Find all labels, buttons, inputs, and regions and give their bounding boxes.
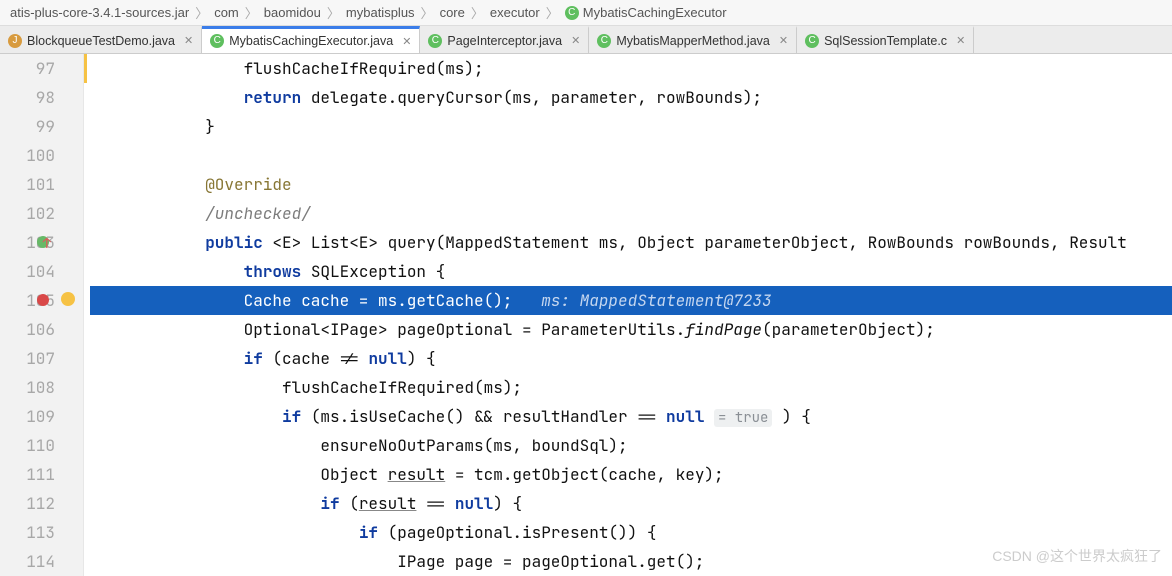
code-line[interactable]: ensureNoOutParams(ms, boundSql);: [90, 431, 1172, 460]
current-execution-line[interactable]: Cache cache = ms.getCache(); ms: MappedS…: [90, 286, 1172, 315]
line-number[interactable]: 105: [0, 286, 55, 315]
line-number[interactable]: 109: [0, 402, 55, 431]
line-number[interactable]: 103↑: [0, 228, 55, 257]
code-line[interactable]: Object result = tcm.getObject(cache, key…: [90, 460, 1172, 489]
line-number[interactable]: 102: [0, 199, 55, 228]
tab-label: BlockqueueTestDemo.java: [27, 34, 175, 48]
code-line[interactable]: Optional<IPage> pageOptional = Parameter…: [90, 315, 1172, 344]
file-tab[interactable]: C MybatisCachingExecutor.java ✕: [202, 26, 420, 53]
tab-label: SqlSessionTemplate.c: [824, 34, 947, 48]
code-line[interactable]: if (cache != null) {: [90, 344, 1172, 373]
code-line[interactable]: if (ms.isUseCache() && resultHandler == …: [90, 402, 1172, 431]
code-line[interactable]: return delegate.queryCursor(ms, paramete…: [90, 83, 1172, 112]
tab-bar: J BlockqueueTestDemo.java ✕ C MybatisCaching…: [0, 26, 1172, 54]
line-gutter: 979899100101102103↑104105106107108109110…: [0, 54, 84, 576]
line-number[interactable]: 99: [0, 112, 55, 141]
file-type-icon: J: [8, 34, 22, 48]
breadcrumb-item[interactable]: atis-plus-core-3.4.1-sources.jar: [4, 5, 195, 20]
chevron-right-icon: 〉: [327, 3, 340, 22]
line-number[interactable]: 97: [0, 54, 55, 83]
breadcrumb: atis-plus-core-3.4.1-sources.jar〉com〉bao…: [0, 0, 1172, 26]
code-line[interactable]: @Override: [90, 170, 1172, 199]
file-tab[interactable]: J BlockqueueTestDemo.java ✕: [0, 26, 202, 53]
code-editor: 979899100101102103↑104105106107108109110…: [0, 54, 1172, 576]
line-number[interactable]: 112: [0, 489, 55, 518]
line-number[interactable]: 106: [0, 315, 55, 344]
code-line[interactable]: }: [90, 112, 1172, 141]
chevron-right-icon: 〉: [546, 3, 559, 22]
code-line[interactable]: if (result == null) {: [90, 489, 1172, 518]
arrow-up-icon: ↑: [39, 230, 51, 242]
code-line[interactable]: flushCacheIfRequired(ms);: [90, 373, 1172, 402]
chevron-right-icon: 〉: [245, 3, 258, 22]
chevron-right-icon: 〉: [421, 3, 434, 22]
code-line[interactable]: public <E> List<E> query(MappedStatement…: [90, 228, 1172, 257]
line-number[interactable]: 98: [0, 83, 55, 112]
code-line[interactable]: [90, 141, 1172, 170]
line-number[interactable]: 113: [0, 518, 55, 547]
code-line[interactable]: if (pageOptional.isPresent()) {: [90, 518, 1172, 547]
lightbulb-icon[interactable]: [61, 292, 75, 306]
tab-label: MybatisMapperMethod.java: [616, 34, 770, 48]
chevron-right-icon: 〉: [195, 3, 208, 22]
breadcrumb-item[interactable]: com: [208, 5, 245, 20]
close-icon[interactable]: ✕: [184, 34, 193, 47]
close-icon[interactable]: ✕: [779, 34, 788, 47]
breadcrumb-item[interactable]: core: [434, 5, 471, 20]
file-type-icon: C: [210, 34, 224, 48]
file-tab[interactable]: C MybatisMapperMethod.java ✕: [589, 26, 797, 53]
line-number[interactable]: 101: [0, 170, 55, 199]
line-number[interactable]: 104: [0, 257, 55, 286]
line-number[interactable]: 107: [0, 344, 55, 373]
close-icon[interactable]: ✕: [956, 34, 965, 47]
tab-label: PageInterceptor.java: [447, 34, 562, 48]
code-line[interactable]: /unchecked/: [90, 199, 1172, 228]
line-number[interactable]: 100: [0, 141, 55, 170]
code-area[interactable]: flushCacheIfRequired(ms); return delegat…: [84, 54, 1172, 576]
close-icon[interactable]: ✕: [571, 34, 580, 47]
file-type-icon: C: [428, 34, 442, 48]
breadcrumb-item[interactable]: CMybatisCachingExecutor: [559, 5, 733, 21]
breadcrumb-item[interactable]: baomidou: [258, 5, 327, 20]
chevron-right-icon: 〉: [471, 3, 484, 22]
code-line[interactable]: flushCacheIfRequired(ms);: [90, 54, 1172, 83]
file-tab[interactable]: C PageInterceptor.java ✕: [420, 26, 589, 53]
class-icon: C: [565, 6, 579, 20]
file-tab[interactable]: C SqlSessionTemplate.c ✕: [797, 26, 974, 53]
tab-label: MybatisCachingExecutor.java: [229, 34, 393, 48]
breadcrumb-item[interactable]: mybatisplus: [340, 5, 421, 20]
breakpoint-icon[interactable]: [37, 294, 49, 306]
line-number[interactable]: 108: [0, 373, 55, 402]
breadcrumb-item[interactable]: executor: [484, 5, 546, 20]
line-number[interactable]: 110: [0, 431, 55, 460]
close-icon[interactable]: ✕: [402, 35, 411, 48]
file-type-icon: C: [597, 34, 611, 48]
line-number[interactable]: 111: [0, 460, 55, 489]
code-line[interactable]: throws SQLException {: [90, 257, 1172, 286]
file-type-icon: C: [805, 34, 819, 48]
